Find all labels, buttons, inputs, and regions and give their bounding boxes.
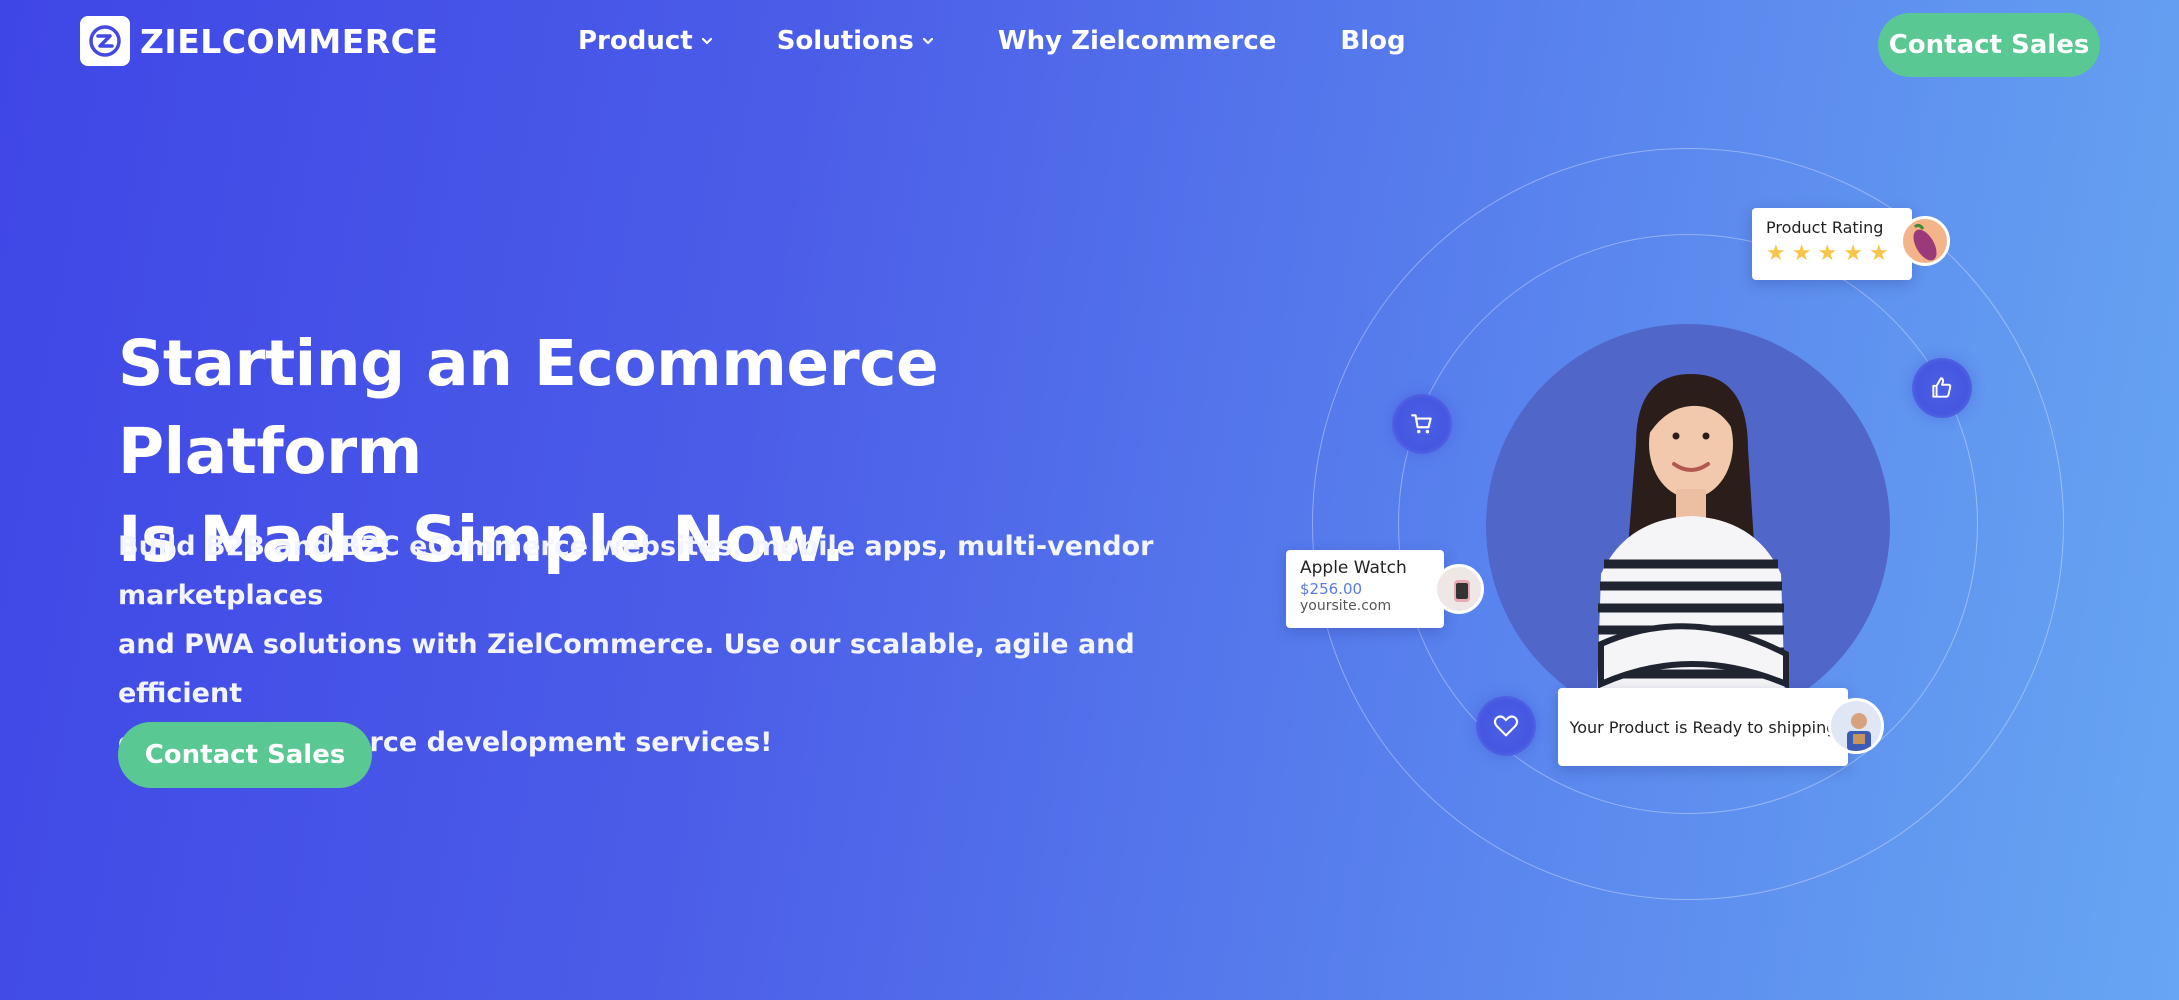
chevron-down-icon [701,37,712,45]
main-nav: Product Solutions Why Zielcommerce Blog [578,26,1406,56]
star-icon: ★ [1843,241,1863,266]
star-icon: ★ [1817,241,1838,266]
star-icon: ★ [1766,241,1786,266]
shipping-text: Your Product is Ready to shipping [1569,717,1837,737]
watch-price: $256.00 [1300,580,1363,598]
rating-stars: ★ ★ ★ ★ ★ [1766,243,1898,265]
product-avatar [1900,216,1950,266]
chevron-down-icon [922,37,934,45]
nav-item-label: Blog [1340,26,1406,56]
heart-icon-bubble [1476,696,1536,756]
watch-avatar [1434,564,1484,614]
hero-subtitle-line-2: and PWA solutions with ZielCommerce. Use… [118,629,1135,709]
contact-sales-button-header[interactable]: Contact Sales [1878,13,2100,77]
heart-icon [1493,715,1519,737]
thumbs-up-icon [1932,377,1952,398]
person-photo [1486,324,1890,728]
apple-watch-card: Apple Watch $256.00 yoursite.com [1286,550,1444,628]
nav-item-label: Why Zielcommerce [997,26,1277,56]
hero-subtitle-line-1: Build B2B and B2C eCommerce websites, mo… [118,531,1154,611]
product-rating-card: Product Rating ★ ★ ★ ★ ★ [1752,208,1912,280]
star-icon: ★ [1791,241,1812,266]
shipping-status-card: Your Product is Ready to shipping [1558,688,1848,766]
nav-item-why-zielcommerce[interactable]: Why Zielcommerce [998,26,1276,56]
watch-name: Apple Watch [1300,558,1407,578]
nav-item-product[interactable]: Product [578,26,713,56]
star-icon: ★ [1868,241,1889,266]
hero-title-line-1: Starting an Ecommerce Platform [118,327,939,488]
nav-item-blog[interactable]: Blog [1340,26,1405,56]
nav-item-label: Product [578,26,693,56]
cart-icon [1411,414,1432,434]
logo-icon [80,16,130,66]
nav-item-solutions[interactable]: Solutions [777,26,934,56]
cart-icon-bubble [1392,394,1452,454]
logo-text: ZIELCOMMERCE [140,21,439,61]
logo[interactable]: ZIELCOMMERCE [80,16,438,66]
site-header: ZIELCOMMERCE Product Solutions Why Zielc… [0,0,2179,90]
courier-avatar [1828,698,1884,754]
watch-site: yoursite.com [1300,598,1392,614]
hero-illustration: Product Rating ★ ★ ★ ★ ★ Apple Watch $25… [1270,130,2090,930]
contact-sales-button-hero[interactable]: Contact Sales [118,722,372,788]
thumbs-up-icon-bubble [1912,358,1972,418]
rating-label: Product Rating [1766,218,1884,237]
nav-item-label: Solutions [776,26,914,56]
